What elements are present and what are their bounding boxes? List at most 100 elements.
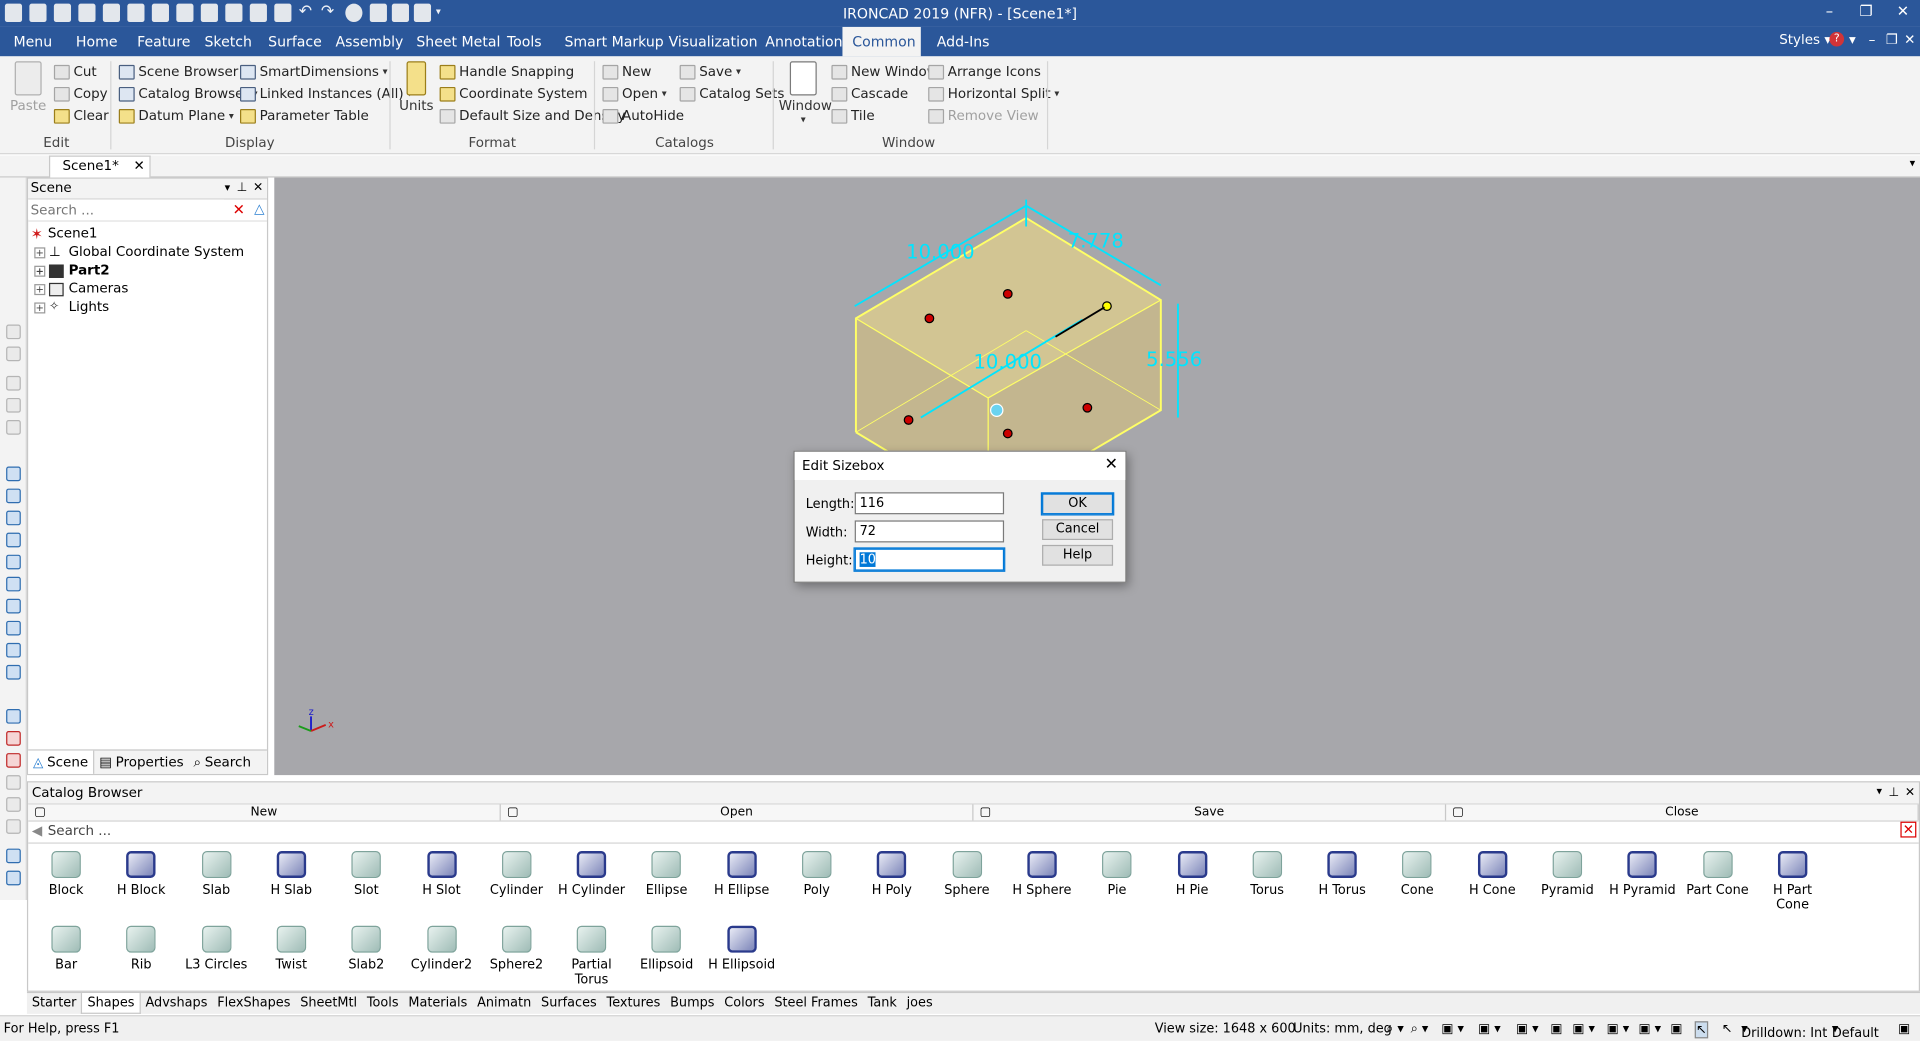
tab-scene[interactable]: ◬ Scene — [28, 750, 95, 774]
linked-instances-button[interactable]: Linked Instances (All)▾ — [240, 84, 412, 104]
close-panel-icon[interactable]: ✕ — [253, 179, 263, 199]
shape-h-pyramid[interactable]: H Pyramid — [1604, 851, 1680, 898]
catalog-tab-advshaps[interactable]: Advshaps — [141, 993, 213, 1014]
back-arrow-icon[interactable]: ◀ — [32, 822, 42, 842]
tab-annotation[interactable]: Annotation — [756, 27, 853, 56]
tab-add-ins[interactable]: Add-Ins — [927, 27, 999, 56]
coordinate-system-button[interactable]: Coordinate System — [439, 84, 588, 104]
catalog-search-box[interactable]: ◀ Search ... ✕ — [28, 821, 1919, 844]
spin-icon[interactable] — [6, 488, 21, 504]
autohide-button[interactable]: AutoHide — [602, 107, 684, 127]
catalog-tab-sheetmtl[interactable]: SheetMtl — [295, 993, 362, 1014]
tool-icon[interactable] — [6, 797, 21, 812]
tool-icon[interactable] — [6, 397, 21, 413]
tab-search[interactable]: ⌕ Search — [189, 751, 256, 774]
depth-dimension[interactable]: 10.000 — [973, 351, 1042, 374]
shape-poly[interactable]: Poly — [779, 851, 855, 898]
tool-icon[interactable] — [6, 346, 21, 362]
tool-icon[interactable] — [6, 375, 21, 391]
expand-icon[interactable]: + — [34, 246, 46, 258]
tool-icon[interactable] — [6, 324, 21, 340]
cancel-button[interactable]: Cancel — [1042, 519, 1114, 541]
camera-icon[interactable]: ▣ ▾ — [1572, 1021, 1595, 1036]
catalog-tab-tools[interactable]: Tools — [362, 993, 403, 1014]
clear-button[interactable]: Clear — [53, 107, 109, 127]
chamfer-icon[interactable] — [6, 576, 21, 592]
scene-browser-button[interactable]: Scene Browser▾ — [118, 62, 247, 82]
tab-feature[interactable]: Feature — [127, 27, 200, 56]
camera-view-icon[interactable]: ▣ ▾ — [1607, 1021, 1630, 1036]
catalog-new-button[interactable]: New — [602, 62, 651, 82]
close-panel-icon[interactable]: ✕ — [1905, 782, 1915, 803]
catalog-open-action[interactable]: ▢ Open — [501, 804, 974, 821]
width-input[interactable]: 72 — [854, 520, 1005, 543]
tab-surface[interactable]: Surface — [258, 27, 331, 56]
shape-h-pie[interactable]: H Pie — [1154, 851, 1230, 898]
tab-menu[interactable]: Menu — [4, 27, 62, 56]
extrude-icon[interactable] — [6, 466, 21, 482]
zoom-icon[interactable]: ⌕ ▾ — [1386, 1021, 1404, 1037]
tree-item-lights[interactable]: + ✧ Lights — [34, 299, 109, 316]
shape-pie[interactable]: Pie — [1079, 851, 1155, 898]
doc-restore-icon[interactable]: ❐ — [1886, 32, 1898, 48]
tool-icon[interactable] — [6, 819, 21, 834]
snap-icon[interactable]: ▣ — [1670, 1021, 1682, 1036]
pin-icon[interactable]: ⊥ — [1889, 782, 1900, 803]
clear-search-icon[interactable]: ✕ — [233, 201, 245, 218]
shape-h-torus[interactable]: H Torus — [1304, 851, 1380, 898]
shape-part-cone[interactable]: Part Cone — [1680, 851, 1756, 898]
tab-smart-markup[interactable]: Smart Markup — [555, 27, 674, 56]
measure-icon[interactable] — [6, 731, 21, 746]
hole-icon[interactable] — [6, 620, 21, 636]
catalog-save-action[interactable]: ▢ Save — [973, 804, 1447, 821]
pin-icon[interactable]: ⊥ — [237, 179, 248, 199]
drilldown-select[interactable]: Drilldown: Int ▾ — [1741, 1021, 1827, 1041]
length-dimension[interactable]: 10.000 — [906, 240, 975, 263]
shape-twist[interactable]: Twist — [253, 925, 329, 972]
width-dimension[interactable]: 7.778 — [1068, 229, 1124, 252]
shape-partial-torus[interactable]: Partial Torus — [554, 925, 630, 987]
tree-item-global-coordinate-system[interactable]: + ⊥ Global Coordinate System — [34, 244, 244, 261]
restore-icon[interactable]: ❐ — [1849, 2, 1883, 19]
pattern-icon[interactable] — [6, 664, 21, 680]
shape-h-slot[interactable]: H Slot — [403, 851, 479, 898]
catalog-tab-joes[interactable]: joes — [902, 993, 938, 1014]
shape-h-ellipse[interactable]: H Ellipse — [704, 851, 780, 898]
expand-icon[interactable]: + — [34, 301, 46, 313]
shape-h-cone[interactable]: H Cone — [1454, 851, 1530, 898]
tile-button[interactable]: Tile — [831, 107, 875, 127]
shape-cylinder2[interactable]: Cylinder2 — [403, 925, 479, 972]
shape-cone[interactable]: Cone — [1379, 851, 1455, 898]
shape-h-block[interactable]: H Block — [103, 851, 179, 898]
shape-torus[interactable]: Torus — [1229, 851, 1305, 898]
height-input[interactable]: 10 — [853, 547, 1006, 572]
tree-item-cameras[interactable]: + Cameras — [34, 280, 128, 297]
default-select[interactable]: Default ▾ — [1832, 1021, 1879, 1041]
dialog-close-icon[interactable]: ✕ — [1105, 456, 1118, 474]
catalog-tab-tank[interactable]: Tank — [863, 993, 902, 1014]
catalog-sets-button[interactable]: Catalog Sets — [679, 84, 784, 104]
tab-sheet-metal[interactable]: Sheet Metal — [407, 27, 511, 56]
tool-icon[interactable] — [6, 870, 21, 886]
shape-h-sphere[interactable]: H Sphere — [1004, 851, 1080, 898]
shape-ellipsoid[interactable]: Ellipsoid — [629, 925, 705, 972]
expand-icon[interactable]: + — [34, 265, 46, 277]
section-icon[interactable]: ▣ — [1550, 1021, 1562, 1036]
shape-slab2[interactable]: Slab2 — [328, 925, 404, 972]
horizontal-split-button[interactable]: Horizontal Split ▾ — [928, 84, 1059, 104]
catalog-tab-starter[interactable]: Starter — [27, 993, 81, 1014]
window-button[interactable]: Window ▾ — [779, 61, 832, 125]
catalog-close-action[interactable]: ▢ Close — [1446, 804, 1919, 821]
panel-menu-chevron-icon[interactable]: ▾ — [1877, 782, 1883, 803]
shape-slab[interactable]: Slab — [178, 851, 254, 898]
doc-close-icon[interactable]: ✕ — [1904, 32, 1915, 48]
tab-list-chevron-icon[interactable]: ▾ — [1910, 158, 1916, 170]
tab-home[interactable]: Home — [66, 27, 127, 56]
default-size-button[interactable]: Default Size and Density — [439, 107, 625, 127]
catalog-tab-surfaces[interactable]: Surfaces — [536, 993, 601, 1014]
shape-block[interactable]: Block — [28, 851, 104, 898]
select-cursor-icon[interactable]: ↖ — [1694, 1021, 1708, 1039]
shape-sphere[interactable]: Sphere — [929, 851, 1005, 898]
document-tab[interactable]: Scene1* ✕ — [48, 155, 151, 178]
expand-icon[interactable]: + — [34, 283, 46, 295]
